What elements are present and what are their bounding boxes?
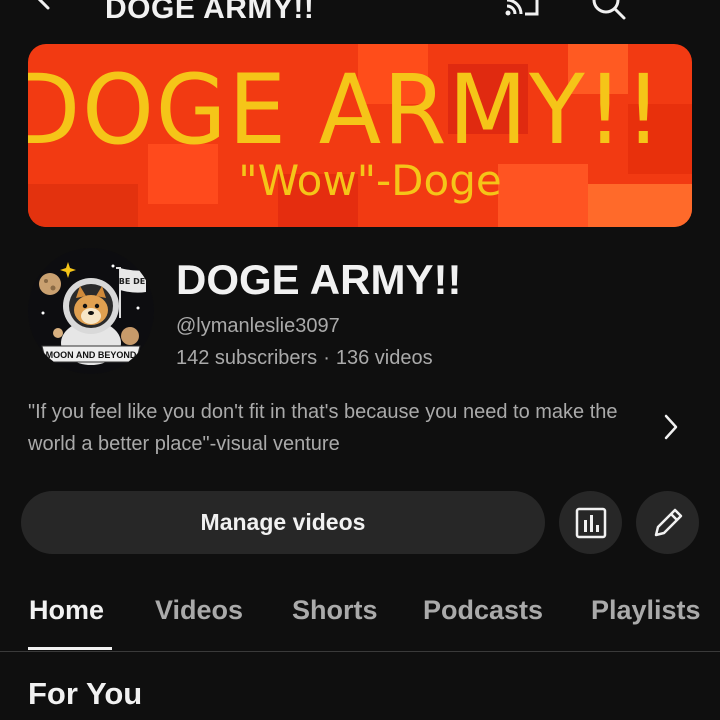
stats-separator: · xyxy=(323,347,330,369)
video-count: 136 videos xyxy=(335,347,433,369)
tab-podcasts[interactable]: Podcasts xyxy=(423,595,543,626)
channel-banner: DOGE ARMY!! "Wow"-Doge xyxy=(28,44,692,227)
flag-text: BE DE xyxy=(119,277,145,286)
section-title-for-you: For You xyxy=(28,676,143,711)
astronaut-doge-image: BE DE MOON AND BEYOND xyxy=(28,248,154,374)
top-app-bar: DOGE ARMY!! xyxy=(0,0,720,25)
back-arrow-icon[interactable] xyxy=(30,0,70,18)
more-vertical-icon[interactable] xyxy=(668,0,692,22)
page-title: DOGE ARMY!! xyxy=(105,0,315,25)
active-tab-indicator xyxy=(28,647,112,650)
avatar-ribbon-text: MOON AND BEYOND xyxy=(46,350,137,360)
analytics-button[interactable] xyxy=(559,491,622,554)
channel-description[interactable]: "If you feel like you don't fit in that'… xyxy=(28,396,618,460)
channel-stats: 142 subscribers · 136 videos xyxy=(176,347,433,370)
search-icon[interactable] xyxy=(588,0,628,22)
channel-avatar[interactable]: BE DE MOON AND BEYOND xyxy=(28,248,154,374)
banner-subtitle: "Wow"-Doge xyxy=(238,156,502,205)
subscriber-count: 142 subscribers xyxy=(176,347,318,369)
channel-handle: @lymanleslie3097 xyxy=(176,315,340,337)
manage-videos-button[interactable]: Manage videos xyxy=(21,491,545,554)
banner-title: DOGE ARMY!! xyxy=(28,54,664,166)
analytics-icon xyxy=(575,507,606,538)
channel-name: DOGE ARMY!! xyxy=(176,256,462,303)
edit-channel-button[interactable] xyxy=(636,491,699,554)
edit-pencil-icon xyxy=(654,508,682,536)
tab-playlists[interactable]: Playlists xyxy=(591,595,701,626)
chevron-right-icon[interactable] xyxy=(660,412,682,442)
tab-videos[interactable]: Videos xyxy=(155,595,243,626)
tab-home[interactable]: Home xyxy=(29,595,104,626)
channel-tabs: Home Videos Shorts Podcasts Playlists xyxy=(0,585,720,652)
cast-icon[interactable] xyxy=(503,0,543,20)
tab-shorts[interactable]: Shorts xyxy=(292,595,378,626)
